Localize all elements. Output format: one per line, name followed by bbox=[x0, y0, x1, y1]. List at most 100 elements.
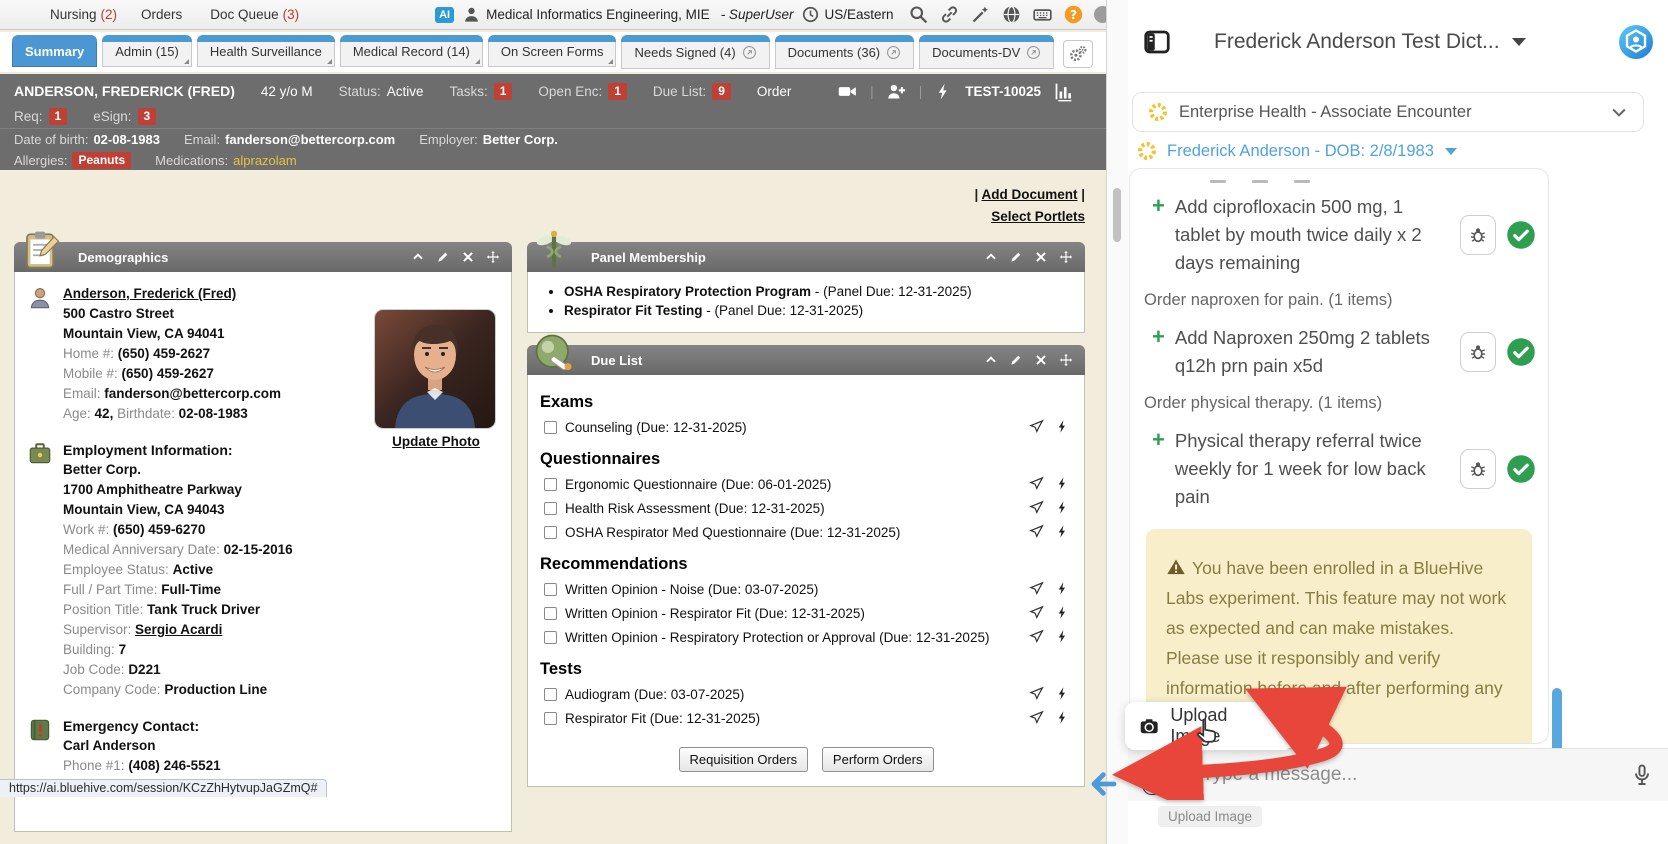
select-portlets-link[interactable]: Select Portlets bbox=[974, 206, 1085, 228]
session-caret-icon[interactable] bbox=[1512, 38, 1526, 46]
org-user[interactable]: Medical Informatics Engineering, MIE - S… bbox=[462, 5, 793, 24]
checkbox[interactable] bbox=[544, 421, 557, 434]
send-order-icon[interactable] bbox=[1029, 629, 1044, 644]
message-input[interactable] bbox=[1200, 763, 1612, 787]
collapse-icon[interactable] bbox=[984, 250, 998, 264]
perform-order-icon[interactable] bbox=[1055, 710, 1070, 725]
search-icon[interactable] bbox=[908, 4, 929, 25]
move-icon[interactable] bbox=[1059, 250, 1073, 264]
send-order-icon[interactable] bbox=[1029, 581, 1044, 596]
tab-summary[interactable]: Summary bbox=[12, 36, 97, 67]
add-document-link[interactable]: | Add Document | bbox=[974, 184, 1085, 206]
tab-admin[interactable]: Admin (15) bbox=[102, 36, 192, 67]
tab-documents[interactable]: Documents (36) bbox=[775, 36, 914, 69]
allergy-badge[interactable]: Peanuts bbox=[72, 152, 131, 169]
add-person-icon[interactable] bbox=[886, 81, 907, 102]
checkbox[interactable] bbox=[544, 526, 557, 539]
checkbox[interactable] bbox=[544, 688, 557, 701]
close-icon[interactable] bbox=[461, 250, 475, 264]
close-icon[interactable] bbox=[1034, 353, 1048, 367]
collapse-icon[interactable] bbox=[984, 353, 998, 367]
move-icon[interactable] bbox=[1059, 353, 1073, 367]
tab-medical-record[interactable]: Medical Record (14) bbox=[340, 36, 483, 67]
timezone[interactable]: US/Eastern bbox=[801, 5, 893, 24]
video-call-icon[interactable] bbox=[837, 81, 858, 102]
edit-icon[interactable] bbox=[436, 250, 450, 264]
perform-order-icon[interactable] bbox=[1055, 686, 1070, 701]
perform-order-icon[interactable] bbox=[1055, 476, 1070, 491]
debug-button[interactable] bbox=[1460, 332, 1496, 372]
nav-nursing[interactable]: Nursing(2) bbox=[50, 7, 117, 22]
keyboard-icon[interactable] bbox=[1032, 4, 1053, 25]
patient-name-link[interactable]: Anderson, Frederick (Fred) bbox=[63, 286, 236, 301]
panel-toggle-icon[interactable] bbox=[1142, 27, 1172, 57]
move-icon[interactable] bbox=[486, 250, 500, 264]
send-order-icon[interactable] bbox=[1029, 476, 1044, 491]
tab-needs-signed[interactable]: Needs Signed (4) bbox=[621, 36, 769, 69]
send-order-icon[interactable] bbox=[1029, 686, 1044, 701]
order-link[interactable]: Order bbox=[757, 84, 792, 99]
link-icon[interactable] bbox=[939, 4, 960, 25]
nav-orders[interactable]: Orders bbox=[141, 7, 186, 22]
perform-orders-button[interactable]: Perform Orders bbox=[822, 747, 934, 772]
quick-action-icon[interactable] bbox=[934, 82, 953, 101]
req-counter[interactable]: Req:1 bbox=[14, 108, 67, 125]
session-title[interactable]: Frederick Anderson Test Dict... bbox=[1214, 30, 1500, 54]
close-icon[interactable] bbox=[1034, 250, 1048, 264]
tab-on-screen-forms[interactable]: On Screen Forms bbox=[488, 36, 617, 67]
ai-badge[interactable]: AI bbox=[435, 7, 454, 23]
perform-order-icon[interactable] bbox=[1055, 629, 1070, 644]
checkbox[interactable] bbox=[544, 478, 557, 491]
patient-context-link[interactable]: Frederick Anderson - DOB: 2/8/1983 bbox=[1136, 140, 1457, 162]
checkbox[interactable] bbox=[544, 712, 557, 725]
encounter-card[interactable]: Enterprise Health - Associate Encounter bbox=[1132, 92, 1644, 132]
esign-counter[interactable]: eSign:3 bbox=[93, 108, 156, 125]
send-order-icon[interactable] bbox=[1029, 500, 1044, 515]
chart-id[interactable]: TEST-10025 bbox=[965, 84, 1041, 99]
main-scrollbar-thumb[interactable] bbox=[1113, 188, 1121, 242]
debug-button[interactable] bbox=[1460, 215, 1496, 255]
due-list-header[interactable]: Due List bbox=[527, 345, 1085, 375]
open-enc-counter[interactable]: Open Enc:1 bbox=[538, 83, 626, 100]
collapse-icon[interactable] bbox=[411, 250, 425, 264]
tasks-counter[interactable]: Tasks:1 bbox=[449, 83, 512, 100]
attach-button[interactable]: + bbox=[1142, 755, 1182, 795]
medication-link[interactable]: alprazolam bbox=[233, 153, 297, 168]
send-order-icon[interactable] bbox=[1029, 605, 1044, 620]
perform-order-icon[interactable] bbox=[1055, 419, 1070, 434]
due-list-counter[interactable]: Due List:9 bbox=[653, 83, 731, 100]
checkbox[interactable] bbox=[544, 631, 557, 644]
debug-button[interactable] bbox=[1460, 449, 1496, 489]
checkbox[interactable] bbox=[544, 502, 557, 515]
tab-health-surveillance[interactable]: Health Surveillance bbox=[197, 36, 335, 67]
send-order-icon[interactable] bbox=[1029, 524, 1044, 539]
bug-icon bbox=[1468, 225, 1488, 245]
supervisor-link[interactable]: Sergio Acardi bbox=[135, 622, 222, 637]
perform-order-icon[interactable] bbox=[1055, 500, 1070, 515]
send-order-icon[interactable] bbox=[1029, 419, 1044, 434]
requisition-orders-button[interactable]: Requisition Orders bbox=[679, 747, 809, 772]
demographics-header[interactable]: Demographics bbox=[14, 242, 512, 272]
nav-doc-queue[interactable]: Doc Queue(3) bbox=[210, 7, 299, 22]
help-icon[interactable]: ? bbox=[1063, 4, 1084, 25]
send-order-icon[interactable] bbox=[1029, 710, 1044, 725]
chart-stats-icon[interactable] bbox=[1053, 81, 1074, 102]
edit-icon[interactable] bbox=[1009, 250, 1023, 264]
action-item: +Add ciprofloxacin 500 mg, 1 tablet by m… bbox=[1130, 187, 1548, 283]
patient-name[interactable]: ANDERSON, FREDERICK (FRED) bbox=[14, 83, 235, 99]
tab-settings-button[interactable] bbox=[1063, 40, 1093, 68]
panel-membership-header[interactable]: Panel Membership bbox=[527, 242, 1085, 272]
checkbox[interactable] bbox=[544, 583, 557, 596]
perform-order-icon[interactable] bbox=[1055, 524, 1070, 539]
tab-documents-dv[interactable]: Documents-DV bbox=[919, 36, 1054, 69]
perform-order-icon[interactable] bbox=[1055, 581, 1070, 596]
checkbox[interactable] bbox=[544, 607, 557, 620]
microphone-icon[interactable] bbox=[1630, 763, 1654, 787]
update-photo-link[interactable]: Update Photo bbox=[392, 434, 480, 449]
edit-icon[interactable] bbox=[1009, 353, 1023, 367]
wand-icon[interactable] bbox=[970, 4, 991, 25]
collapse-panel-arrow[interactable] bbox=[1086, 768, 1118, 800]
bluehive-logo[interactable] bbox=[1618, 24, 1654, 60]
globe-icon[interactable] bbox=[1001, 4, 1022, 25]
perform-order-icon[interactable] bbox=[1055, 605, 1070, 620]
